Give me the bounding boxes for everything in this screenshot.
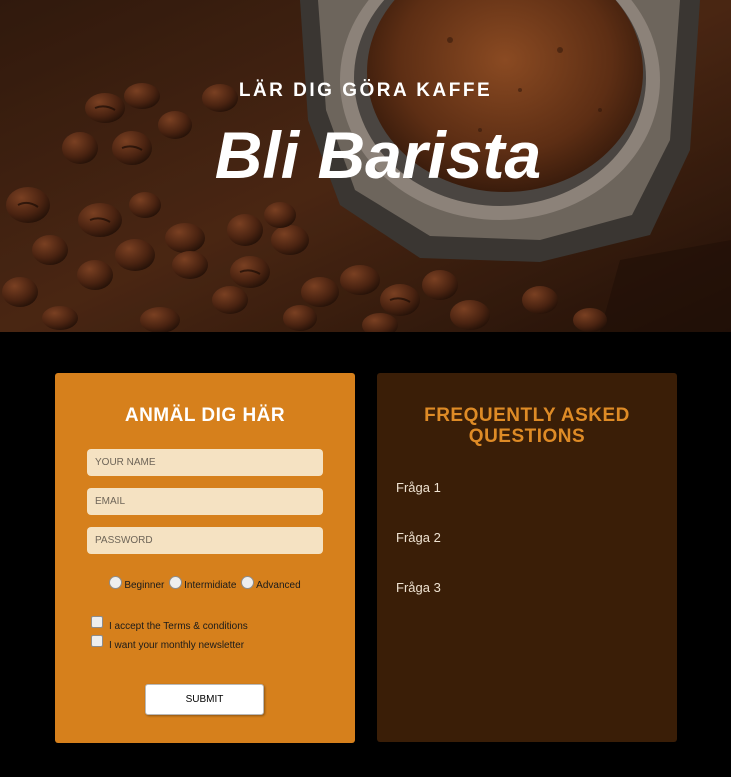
signup-form: ANMÄL DIG HÄR Beginner Intermidiate Adva…	[55, 373, 355, 743]
radio-label-intermediate: Intermidiate	[184, 580, 237, 591]
newsletter-checkbox-row[interactable]: I want your monthly newsletter	[91, 635, 244, 651]
form-title: ANMÄL DIG HÄR	[124, 405, 286, 426]
faq-question-2[interactable]: Fråga 2	[396, 530, 441, 545]
radio-advanced[interactable]: Advanced	[241, 576, 301, 591]
radio-beginner[interactable]: Beginner	[109, 576, 164, 591]
radio-label-advanced: Advanced	[256, 580, 301, 591]
name-input[interactable]	[87, 449, 323, 476]
radio-label-beginner: Beginner	[124, 580, 165, 591]
submit-button[interactable]: SUBMIT	[145, 684, 264, 715]
email-input[interactable]	[87, 488, 323, 515]
hero-banner: LÄR DIG GÖRA KAFFE Bli Barista	[0, 0, 731, 332]
terms-label: I accept the Terms & conditions	[109, 621, 248, 632]
radio-button-intermediate[interactable]	[169, 576, 183, 589]
faq-question-1[interactable]: Fråga 1	[396, 480, 441, 495]
terms-checkbox[interactable]	[91, 616, 103, 628]
hero-kicker: LÄR DIG GÖRA KAFFE	[238, 80, 493, 101]
newsletter-checkbox[interactable]	[91, 635, 103, 647]
hero-title: Bli Barista	[214, 118, 542, 192]
faq-question-3[interactable]: Fråga 3	[396, 580, 441, 595]
faq-title: FREQUENTLY ASKED QUESTIONS	[424, 405, 630, 447]
radio-button-beginner[interactable]	[109, 576, 123, 589]
radio-intermediate[interactable]: Intermidiate	[169, 576, 236, 591]
newsletter-label: I want your monthly newsletter	[109, 640, 245, 651]
password-input[interactable]	[87, 527, 323, 554]
terms-checkbox-row[interactable]: I accept the Terms & conditions	[91, 616, 248, 632]
level-radio-group: Beginner Intermidiate Advanced	[55, 576, 355, 591]
radio-button-advanced[interactable]	[241, 576, 255, 589]
faq-panel: FREQUENTLY ASKED QUESTIONS Fråga 1 Fråga…	[377, 373, 677, 742]
